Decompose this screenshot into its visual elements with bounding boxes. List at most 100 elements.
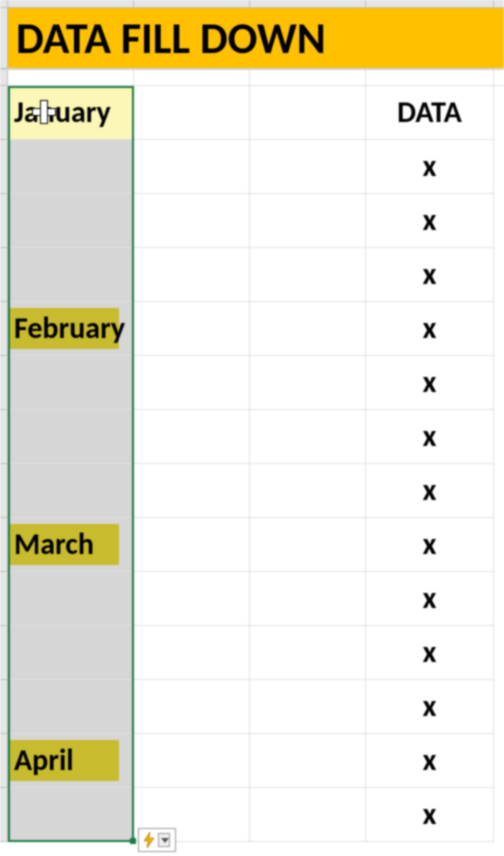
cell-text: March (14, 526, 94, 563)
row-header[interactable] (0, 8, 8, 69)
cell-data[interactable]: x (366, 194, 494, 248)
cell[interactable] (134, 194, 250, 248)
row-header[interactable] (0, 70, 8, 86)
table-row: x (0, 572, 504, 626)
cell-data[interactable]: x (366, 680, 494, 734)
table-row: x (0, 464, 504, 518)
row-header[interactable] (0, 194, 8, 248)
cell[interactable] (8, 410, 134, 464)
cell[interactable] (8, 356, 134, 410)
cell-text: x (423, 526, 437, 563)
cell-text: DATA (397, 94, 462, 131)
cell[interactable] (8, 464, 134, 518)
table-row: x (0, 194, 504, 248)
row-header[interactable] (0, 572, 8, 626)
cell-text: x (423, 364, 437, 401)
cell-text: x (423, 472, 437, 509)
table-row: x (0, 680, 504, 734)
cell[interactable] (250, 410, 366, 464)
cell[interactable] (250, 302, 366, 356)
row-header[interactable] (0, 356, 8, 410)
cell[interactable] (134, 518, 250, 572)
cell-text: April (14, 742, 74, 779)
cell-data[interactable]: x (366, 572, 494, 626)
cell-text: January (14, 94, 111, 131)
cell-text: x (423, 742, 437, 779)
title-cell[interactable]: DATA FILL DOWN (8, 8, 504, 69)
cell-data[interactable]: x (366, 356, 494, 410)
row-header[interactable] (0, 302, 8, 356)
paste-options-button[interactable] (138, 828, 176, 852)
cell-data[interactable]: x (366, 140, 494, 194)
cell[interactable] (250, 572, 366, 626)
cell-text: x (423, 148, 437, 185)
cell[interactable] (134, 626, 250, 680)
cell-text: x (423, 418, 437, 455)
cell[interactable] (250, 140, 366, 194)
row-header[interactable] (0, 140, 8, 194)
cell-data[interactable]: x (366, 626, 494, 680)
cell-data[interactable]: x (366, 518, 494, 572)
cell[interactable] (134, 572, 250, 626)
cell[interactable] (8, 680, 134, 734)
cell-month[interactable]: February (8, 302, 134, 356)
cell-data[interactable]: x (366, 302, 494, 356)
cell[interactable] (134, 356, 250, 410)
cell[interactable] (8, 194, 134, 248)
table-row: x (0, 248, 504, 302)
dropdown-icon (158, 833, 170, 847)
cell[interactable] (250, 464, 366, 518)
column-headers: B C D E (0, 0, 504, 8)
row-header[interactable] (0, 626, 8, 680)
cell-month[interactable]: March (8, 518, 134, 572)
cell[interactable] (134, 410, 250, 464)
row-header[interactable] (0, 86, 8, 140)
cell[interactable] (134, 680, 250, 734)
table-row: April x (0, 734, 504, 788)
row-header[interactable] (0, 464, 8, 518)
cell-active-month[interactable]: January (8, 86, 134, 140)
table-row: February x (0, 302, 504, 356)
cell[interactable] (250, 86, 366, 140)
cell[interactable] (250, 518, 366, 572)
cell[interactable] (250, 680, 366, 734)
cell-text: x (423, 634, 437, 671)
cell[interactable] (250, 194, 366, 248)
spreadsheet-grid[interactable]: January DATA xxxFebruaryxxxxMarchxxxxApr… (0, 86, 504, 842)
cell[interactable] (250, 626, 366, 680)
cell-text: x (423, 256, 437, 293)
cell-data[interactable]: x (366, 464, 494, 518)
cell[interactable] (8, 626, 134, 680)
cell[interactable] (134, 464, 250, 518)
cell[interactable] (250, 356, 366, 410)
table-row: x (0, 410, 504, 464)
cell-data-header[interactable]: DATA (366, 86, 494, 140)
cell[interactable] (134, 734, 250, 788)
row-header[interactable] (0, 518, 8, 572)
cell[interactable] (134, 140, 250, 194)
cell[interactable] (8, 248, 134, 302)
row-header[interactable] (0, 788, 8, 842)
cell-text: x (423, 310, 437, 347)
cell[interactable] (250, 734, 366, 788)
cell-data[interactable]: x (366, 734, 494, 788)
cell-text: x (423, 688, 437, 725)
cell-data[interactable]: x (366, 248, 494, 302)
row-header[interactable] (0, 680, 8, 734)
cell[interactable] (8, 788, 134, 842)
row-header[interactable] (0, 248, 8, 302)
cell[interactable] (134, 302, 250, 356)
cell[interactable] (134, 86, 250, 140)
cell[interactable] (250, 248, 366, 302)
cell-text: x (423, 796, 437, 833)
cell-month[interactable]: April (8, 734, 134, 788)
cell[interactable] (134, 248, 250, 302)
cell-data[interactable]: x (366, 410, 494, 464)
cell[interactable] (8, 572, 134, 626)
cell[interactable] (8, 140, 134, 194)
table-row: x (0, 626, 504, 680)
row-header[interactable] (0, 734, 8, 788)
row-header[interactable] (0, 410, 8, 464)
cell[interactable] (250, 788, 366, 842)
cell-data[interactable]: x (366, 788, 494, 842)
